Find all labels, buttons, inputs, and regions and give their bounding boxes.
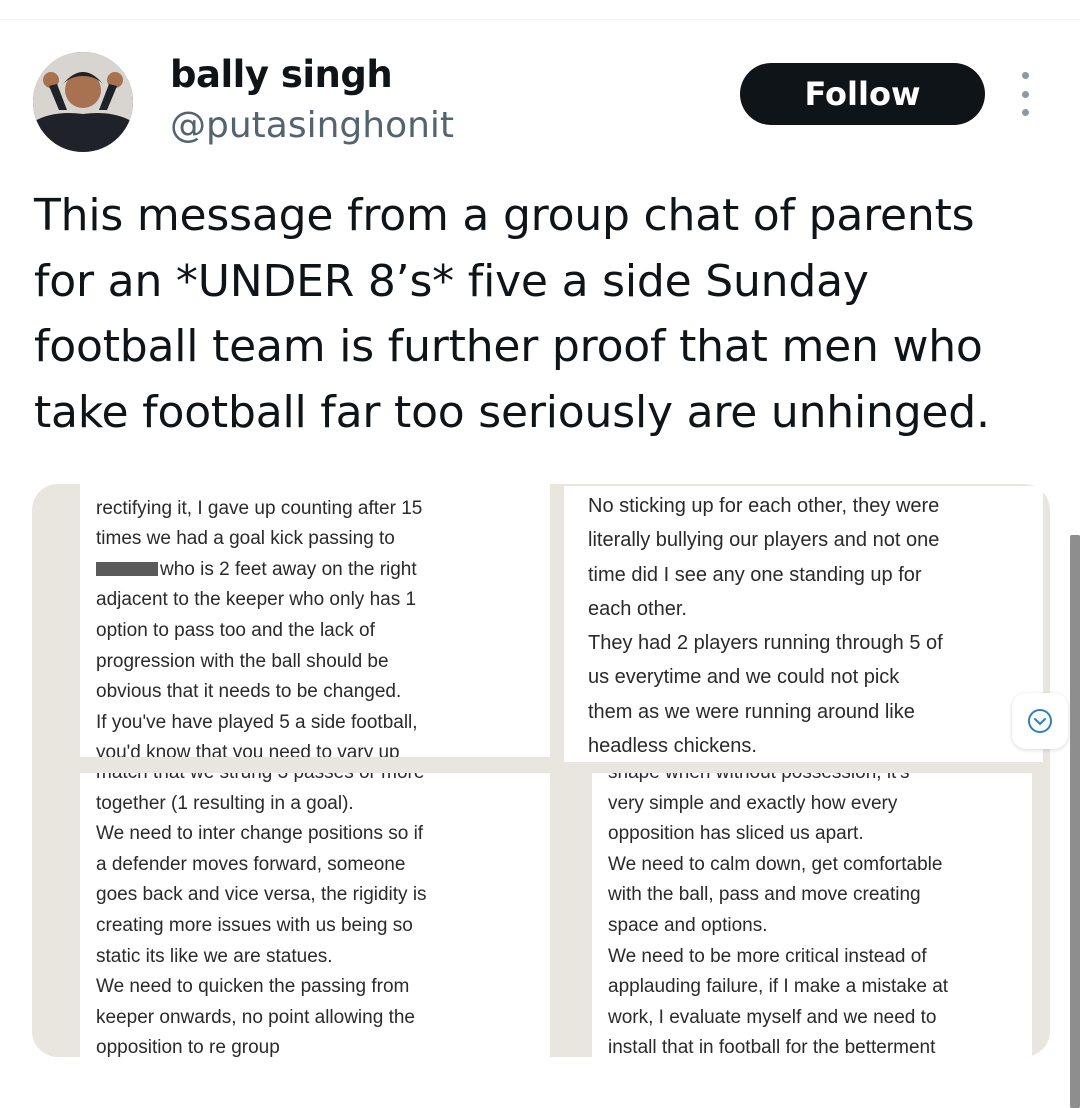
message-line: each other. [588,597,687,620]
message-line: opposition to re group [96,1037,280,1057]
message-line: install that in football for the betterm… [608,1037,936,1057]
message-line: progression with the ball should be [96,650,389,672]
follow-button[interactable]: Follow [740,63,985,125]
message-line: you'd know that you need to vary up [96,742,400,757]
message-line: a defender moves forward, someone [96,853,406,875]
message-line: literally bullying our players and not o… [588,529,940,552]
avatar[interactable] [33,52,133,152]
display-name[interactable]: bally singh [170,53,393,96]
message-line: times we had a goal kick passing to [96,528,395,550]
message-line: If you've have played 5 a side football, [96,711,418,733]
message-line: obvious that it needs to be changed. [96,681,402,703]
message-line: match that we strung 3 passes or more [96,773,427,789]
message-line: rectifying it, I gave up counting after … [96,497,423,519]
chat-screenshot-panel: shape when without possession, it's very… [592,773,1032,1057]
message-line: work, I evaluate myself and we need to [608,1006,937,1028]
message-line: adjacent to the keeper who only has 1 [96,589,417,611]
message-line: opposition has sliced us apart. [608,823,864,845]
handle[interactable]: @putasinghonit [170,105,454,146]
message-line: very simple and exactly how every [608,792,898,814]
scrollbar-thumb[interactable] [1070,535,1080,1108]
message-line: keeper onwards, no point allowing the [96,1006,415,1028]
tweet-text: This message from a group chat of parent… [34,183,1044,445]
message-line: creating more issues with us being so [96,914,413,936]
message-line: goes back and vice versa, the rigidity i… [96,884,427,906]
chevron-down-circle-icon[interactable] [1012,693,1068,749]
message-line: with the ball, pass and move creating [608,884,921,906]
tweet-media[interactable]: the same continuous mistakes and not rec… [32,484,1050,1057]
message-line: No sticking up for each other, they were [588,495,940,517]
chat-screenshot-panel: No sticking up for each other, they were… [564,486,1043,762]
message-line: us everytime and we could not pick [588,666,900,689]
message-line: shape when without possession, it's [608,773,948,789]
message-line: time did I see any one standing up for [588,563,922,586]
message-line: applauding failure, if I make a mistake … [608,976,949,998]
message-line: We need to quicken the passing from [96,976,410,998]
message-line: static its like we are statues. [96,945,333,967]
message-line: They had 2 players running through 5 of [588,632,943,655]
message-line: We need to be more critical instead of [608,945,927,967]
message-line: who is 2 feet away on the right [96,555,422,586]
message-line: the same continuous mistakes and not [96,484,422,494]
message-line: We need to inter change positions so if [96,823,424,845]
message-line: them as we were running around like [588,700,915,723]
redaction-bar [96,561,158,576]
more-vertical-icon[interactable] [1012,72,1038,116]
tweet-line: football team is further proof that men … [34,321,983,372]
tweet-line: for an *UNDER 8’s* five a side Sunday [34,255,869,307]
message-line: space and options. [608,914,768,936]
message-line: together (1 resulting in a goal). [96,792,354,814]
top-divider [0,19,1080,20]
message-line: We need to calm down, get comfortable [608,853,943,875]
tweet-line: take football far too seriously are unhi… [34,386,990,438]
tweet-line: This message from a group chat of parent… [34,190,975,241]
message-line: headless chickens. [588,735,757,758]
chat-screenshot-panel: match that we strung 3 passes or more to… [80,773,550,1057]
message-line: option to pass too and the lack of [96,619,375,641]
chat-screenshot-panel: the same continuous mistakes and not rec… [80,484,550,757]
